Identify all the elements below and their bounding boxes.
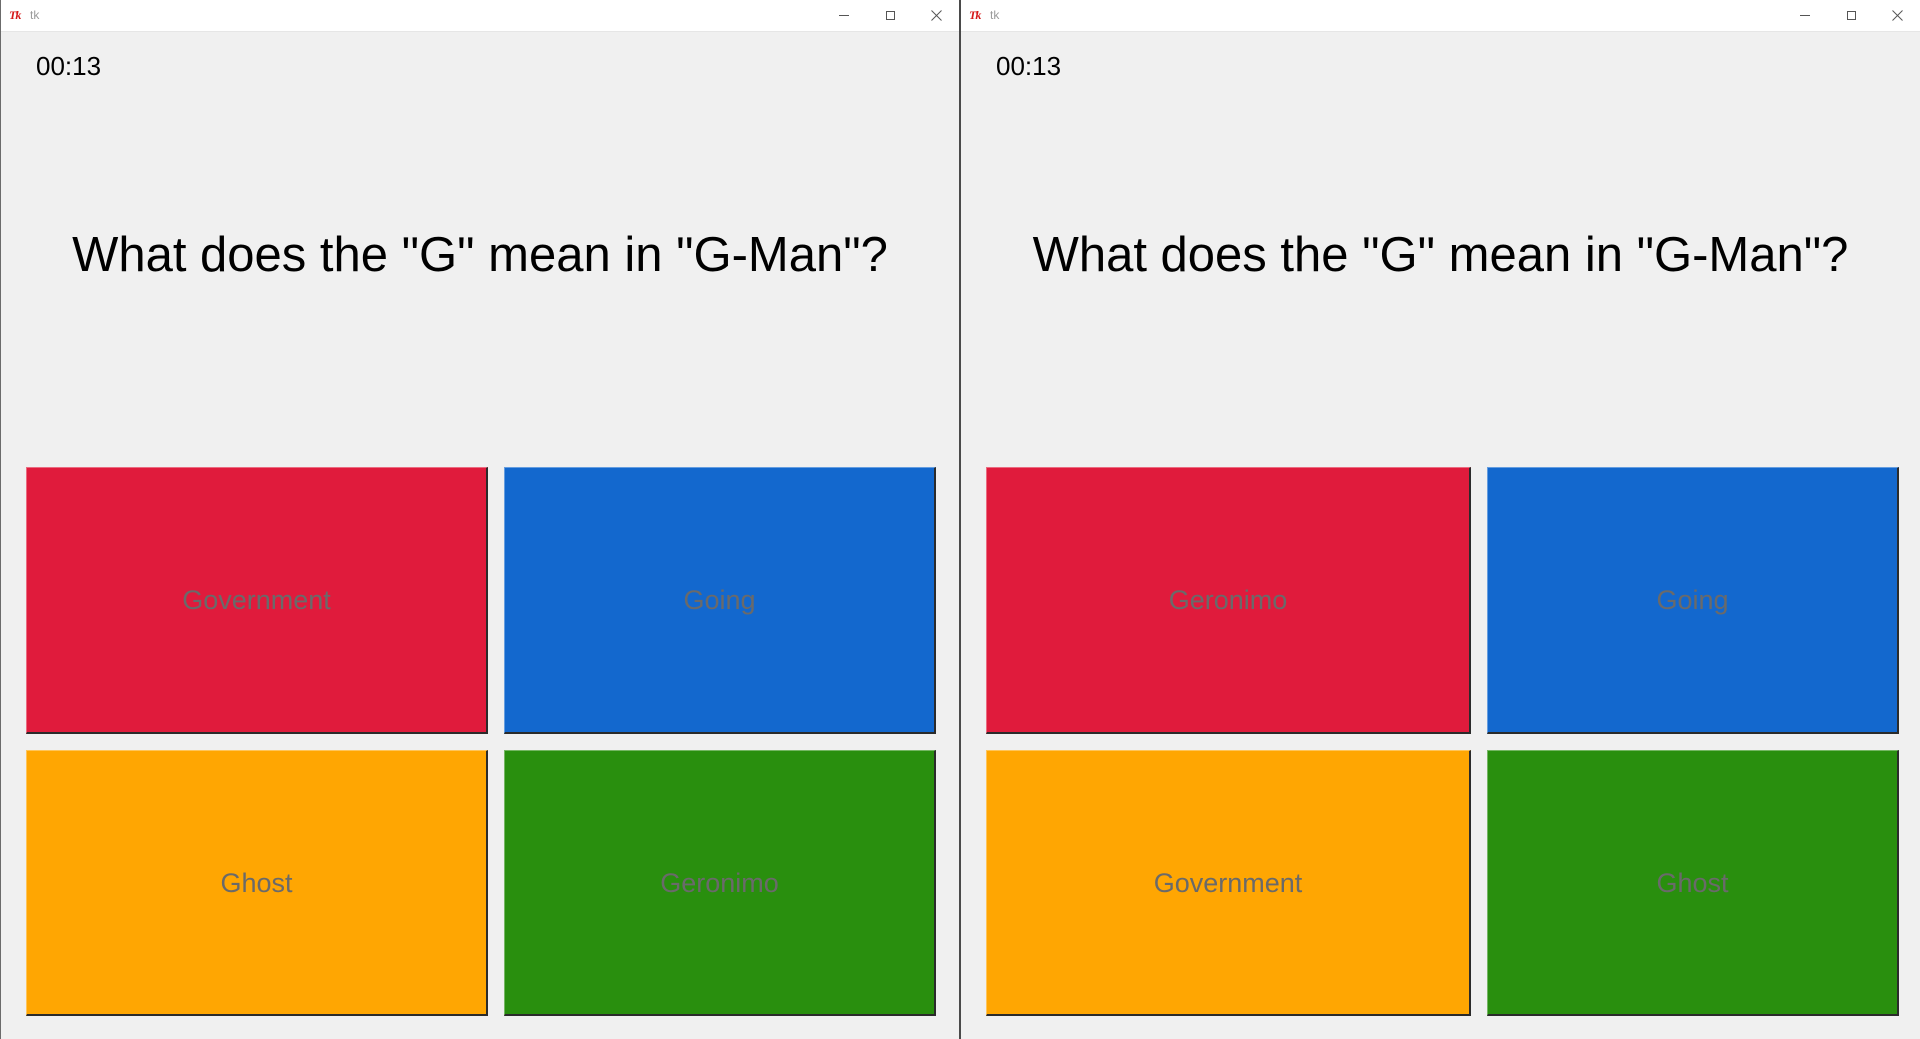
- answer-button-red[interactable]: Government: [26, 467, 488, 734]
- quiz-window-right: Tk tk 00:13 What does the "G" mean in "G…: [959, 0, 1920, 1039]
- quiz-window-left: Tk tk 00:13 What does the "G" mean in "G…: [0, 0, 959, 1039]
- answer-label: Geronimo: [660, 867, 779, 898]
- window-title: tk: [30, 8, 40, 22]
- maximize-button[interactable]: [867, 0, 913, 31]
- countdown-timer: 00:13: [996, 51, 1062, 81]
- tk-feather-icon: Tk: [969, 8, 981, 22]
- answer-button-blue[interactable]: Going: [504, 467, 936, 734]
- title-bar[interactable]: Tk tk: [1, 0, 959, 32]
- close-button[interactable]: [1874, 0, 1920, 31]
- question-text: What does the "G" mean in "G-Man"?: [72, 228, 888, 282]
- answer-button-orange[interactable]: Ghost: [26, 750, 488, 1016]
- minimize-button[interactable]: [821, 0, 867, 31]
- window-title: tk: [990, 8, 1000, 22]
- answer-button-red[interactable]: Geronimo: [986, 467, 1471, 734]
- question-text: What does the "G" mean in "G-Man"?: [1032, 228, 1849, 282]
- minimize-icon: [839, 15, 849, 16]
- answer-label: Government: [182, 585, 331, 615]
- answer-label: Government: [1153, 867, 1303, 898]
- title-bar[interactable]: Tk tk: [961, 0, 1920, 32]
- answer-button-orange[interactable]: Government: [986, 750, 1471, 1016]
- close-button[interactable]: [913, 0, 959, 31]
- answer-label: Ghost: [220, 867, 293, 898]
- answer-label: Going: [683, 585, 756, 615]
- countdown-timer: 00:13: [36, 51, 102, 81]
- minimize-icon: [1800, 15, 1810, 16]
- answer-button-blue[interactable]: Going: [1487, 467, 1899, 734]
- answer-label: Going: [1656, 585, 1729, 615]
- tk-feather-icon: Tk: [9, 8, 21, 22]
- minimize-button[interactable]: [1782, 0, 1828, 31]
- answer-button-green[interactable]: Ghost: [1487, 750, 1899, 1016]
- close-icon: [930, 10, 942, 21]
- maximize-icon: [885, 11, 895, 20]
- answer-label: Geronimo: [1168, 585, 1288, 615]
- maximize-icon: [1846, 11, 1856, 20]
- answer-button-green[interactable]: Geronimo: [504, 750, 936, 1016]
- maximize-button[interactable]: [1828, 0, 1874, 31]
- answer-label: Ghost: [1656, 867, 1729, 898]
- close-icon: [1891, 10, 1903, 21]
